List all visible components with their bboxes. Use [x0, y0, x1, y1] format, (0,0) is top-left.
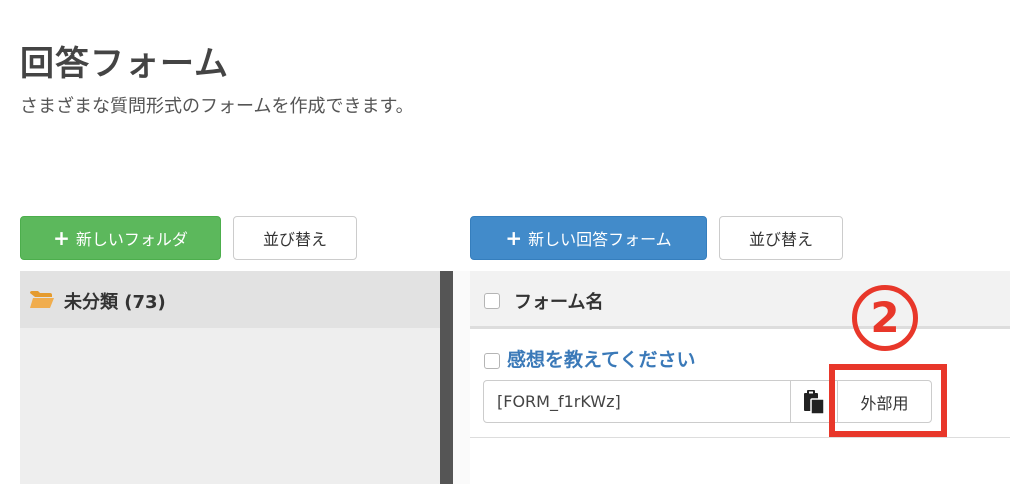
plus-icon: +	[505, 226, 523, 250]
new-folder-button[interactable]: + 新しいフォルダ	[20, 216, 221, 260]
page-title: 回答フォーム	[20, 44, 229, 84]
new-form-button[interactable]: + 新しい回答フォーム	[470, 216, 707, 260]
select-all-checkbox[interactable]	[484, 293, 500, 309]
folder-item-uncategorized[interactable]: 未分類 (73)	[20, 271, 440, 328]
plus-icon: +	[53, 226, 70, 250]
form-title-link[interactable]: 感想を教えてください	[507, 345, 695, 372]
form-list-header: フォーム名	[470, 271, 1010, 329]
folder-label: 未分類 (73)	[64, 292, 166, 313]
sort-folders-button[interactable]: 並び替え	[233, 216, 357, 260]
new-form-label: 新しい回答フォーム	[528, 230, 672, 249]
folder-open-icon	[30, 291, 54, 308]
sort-forms-button[interactable]: 並び替え	[719, 216, 843, 260]
step-marker: 2	[852, 285, 918, 351]
copy-code-button[interactable]	[790, 380, 838, 423]
new-folder-label: 新しいフォルダ	[75, 230, 188, 249]
clipboard-icon	[804, 389, 825, 414]
page-subtitle: さまざまな質問形式のフォームを作成できます。	[20, 96, 414, 117]
panel-divider[interactable]	[440, 271, 453, 484]
form-code-field[interactable]: [FORM_f1rKWz]	[483, 380, 791, 423]
folder-panel: 未分類 (73)	[20, 271, 440, 484]
form-item-checkbox[interactable]	[484, 353, 500, 369]
external-use-button[interactable]: 外部用	[837, 380, 932, 423]
panel-gap	[453, 271, 470, 484]
form-name-column-header: フォーム名	[514, 292, 604, 313]
